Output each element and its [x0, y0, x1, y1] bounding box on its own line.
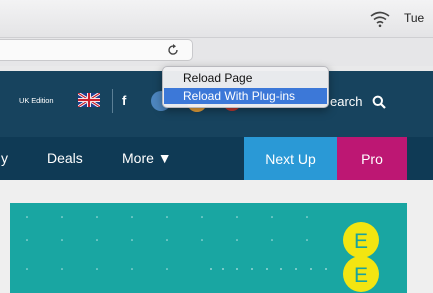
address-bar[interactable]: [0, 39, 193, 61]
nav-item-deals[interactable]: Deals: [47, 150, 83, 166]
tab-pro-label: Pro: [361, 150, 383, 167]
tab-pro[interactable]: Pro: [337, 137, 407, 180]
wifi-icon[interactable]: [369, 10, 391, 28]
header-divider: [112, 89, 113, 113]
search-icon: [372, 95, 386, 109]
menu-item-reload-with-plugins[interactable]: Reload With Plug-ins: [164, 88, 327, 104]
svg-text:E: E: [354, 230, 368, 253]
facebook-icon[interactable]: f: [122, 93, 138, 111]
search-button[interactable]: earch: [330, 94, 386, 109]
menu-item-reload-page[interactable]: Reload Page: [164, 70, 327, 86]
edition-label[interactable]: UK Edition: [19, 96, 54, 105]
nav-item-more[interactable]: More ▼: [122, 150, 172, 166]
svg-text:E: E: [354, 264, 368, 287]
ee-logo[interactable]: E E: [342, 221, 380, 293]
tab-next-up[interactable]: Next Up: [244, 137, 337, 180]
reload-context-menu: Reload Page Reload With Plug-ins: [162, 66, 329, 108]
reload-icon[interactable]: [166, 43, 180, 57]
uk-flag-icon[interactable]: [78, 93, 100, 107]
tab-next-up-label: Next Up: [265, 150, 316, 167]
nav-item-partial[interactable]: y: [1, 150, 8, 166]
search-label: earch: [330, 94, 363, 109]
menubar-clock[interactable]: Tue: [404, 11, 424, 25]
